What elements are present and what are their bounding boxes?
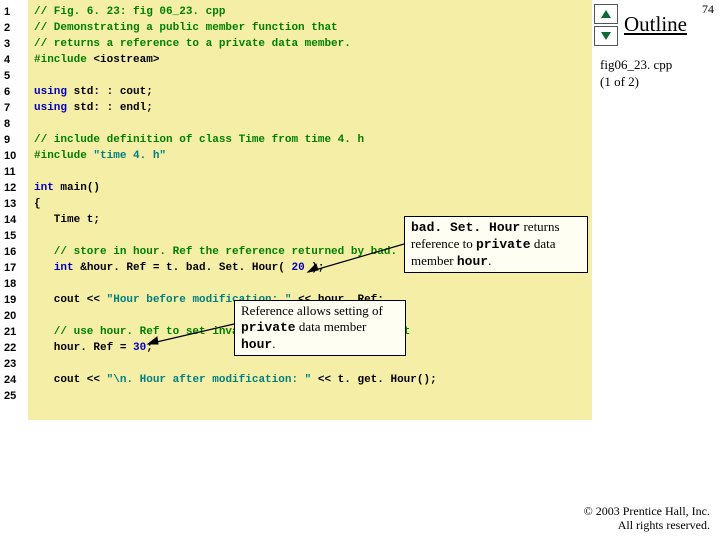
callout-text: private [476, 237, 531, 252]
line-number: 3 [4, 36, 28, 52]
callout-box: Reference allows setting of private data… [234, 300, 406, 356]
callout-text: . [272, 336, 275, 351]
line-number: 25 [4, 388, 28, 404]
slide-number: 74 [702, 2, 714, 17]
line-number: 5 [4, 68, 28, 84]
code-text: <iostream> [93, 54, 159, 66]
line-number: 2 [4, 20, 28, 36]
figure-filename: fig06_23. cpp [600, 56, 672, 73]
callout-text: bad. Set. Hour [411, 220, 520, 235]
line-number-gutter: 1 2 3 4 5 6 7 8 9 10 11 12 13 14 15 16 1… [0, 0, 28, 420]
code-text: { [34, 198, 41, 210]
line-number: 20 [4, 308, 28, 324]
arrow-icon [300, 240, 410, 280]
figure-label: fig06_23. cpp (1 of 2) [600, 56, 672, 90]
line-number: 12 [4, 180, 28, 196]
callout-text: data member [296, 319, 367, 334]
callout-text: Reference allows setting of [241, 303, 383, 318]
code-text: // returns a reference to a private data… [34, 38, 351, 50]
arrow-icon [140, 320, 240, 350]
triangle-up-icon [600, 9, 612, 19]
line-number: 7 [4, 100, 28, 116]
code-text: Time t; [34, 214, 100, 226]
copyright-line: © 2003 Prentice Hall, Inc. [584, 504, 710, 518]
line-number: 15 [4, 228, 28, 244]
line-number: 19 [4, 292, 28, 308]
code-area: // Fig. 6. 23: fig 06_23. cpp // Demonst… [28, 0, 592, 420]
code-text: &hour. Ref = t. bad. Set. Hour( [74, 262, 292, 274]
line-number: 23 [4, 356, 28, 372]
code-panel: 1 2 3 4 5 6 7 8 9 10 11 12 13 14 15 16 1… [0, 0, 592, 420]
code-text [34, 262, 54, 274]
copyright-line: All rights reserved. [584, 518, 710, 532]
code-text: "\n. Hour after modification: " [107, 374, 312, 386]
code-text: std: : endl; [74, 102, 153, 114]
line-number: 1 [4, 4, 28, 20]
line-number: 11 [4, 164, 28, 180]
line-number: 14 [4, 212, 28, 228]
code-text: #include [34, 54, 93, 66]
line-number: 4 [4, 52, 28, 68]
line-number: 21 [4, 324, 28, 340]
line-number: 9 [4, 132, 28, 148]
code-text: cout << [34, 374, 107, 386]
line-number: 6 [4, 84, 28, 100]
line-number: 8 [4, 116, 28, 132]
outline-heading: Outline [624, 12, 687, 37]
code-text: int [34, 182, 54, 194]
copyright: © 2003 Prentice Hall, Inc. All rights re… [584, 504, 710, 532]
code-text: int [54, 262, 74, 274]
line-number: 10 [4, 148, 28, 164]
figure-page: (1 of 2) [600, 73, 672, 90]
code-text: // Demonstrating a public member functio… [34, 22, 338, 34]
nav-prev-button[interactable] [594, 4, 618, 24]
code-text: // Fig. 6. 23: fig 06_23. cpp [34, 6, 225, 18]
line-number: 18 [4, 276, 28, 292]
code-text: main() [54, 182, 100, 194]
nav-next-button[interactable] [594, 26, 618, 46]
callout-text: . [488, 253, 491, 268]
callout-text: hour [457, 254, 488, 269]
code-text: << t. get. Hour(); [311, 374, 436, 386]
code-text: // include definition of class Time from… [34, 134, 364, 146]
line-number: 24 [4, 372, 28, 388]
callout-text: private [241, 320, 296, 335]
side-panel: Outline 74 fig06_23. cpp (1 of 2) [592, 0, 720, 540]
line-number: 16 [4, 244, 28, 260]
line-number: 13 [4, 196, 28, 212]
callout-text: hour [241, 337, 272, 352]
code-text: std: : cout; [74, 86, 153, 98]
triangle-down-icon [600, 31, 612, 41]
line-number: 17 [4, 260, 28, 276]
nav-buttons [594, 4, 618, 48]
code-text: hour. Ref = [34, 342, 133, 354]
code-text: using [34, 102, 74, 114]
line-number: 22 [4, 340, 28, 356]
code-text: using [34, 86, 74, 98]
code-text: #include [34, 150, 93, 162]
code-text: cout << [34, 294, 107, 306]
callout-box: bad. Set. Hour returns reference to priv… [404, 216, 588, 273]
code-text: "time 4. h" [93, 150, 166, 162]
